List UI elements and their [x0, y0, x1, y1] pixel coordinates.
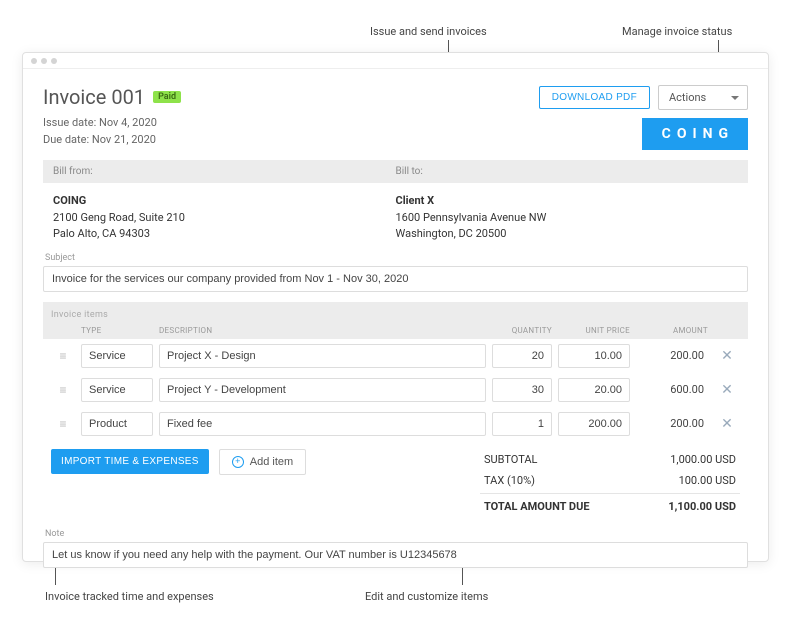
- col-unit-price: UNIT PRICE: [558, 326, 630, 335]
- item-description-input[interactable]: [159, 344, 486, 368]
- item-amount: 600.00: [636, 383, 708, 396]
- add-item-label: Add item: [250, 456, 293, 468]
- bill-to-line2: Washington, DC 20500: [396, 227, 507, 240]
- bill-to-address: Client X 1600 Pennsylvania Avenue NW Was…: [396, 193, 739, 243]
- item-type-input[interactable]: [81, 378, 153, 402]
- window-titlebar: [23, 53, 768, 69]
- note-input[interactable]: [43, 542, 748, 568]
- item-quantity-input[interactable]: [492, 412, 552, 436]
- subject-input[interactable]: [43, 266, 748, 292]
- bill-from-label: Bill from:: [53, 166, 396, 177]
- bill-from-name: COING: [53, 194, 86, 207]
- item-row: ≡ 600.00 ✕: [43, 373, 748, 407]
- drag-handle-icon[interactable]: ≡: [51, 349, 75, 363]
- col-description: DESCRIPTION: [159, 326, 486, 335]
- tax-value: 100.00 USD: [679, 474, 736, 487]
- bill-to-label: Bill to:: [396, 166, 739, 177]
- item-type-input[interactable]: [81, 344, 153, 368]
- delete-item-icon[interactable]: ✕: [714, 416, 740, 432]
- item-description-input[interactable]: [159, 378, 486, 402]
- due-date: Due date: Nov 21, 2020: [43, 132, 181, 149]
- totals-block: SUBTOTAL 1,000.00 USD TAX (10%) 100.00 U…: [480, 449, 740, 517]
- bill-to-name: Client X: [396, 194, 435, 207]
- window-dot: [41, 58, 47, 64]
- bill-from-line1: 2100 Geng Road, Suite 210: [53, 211, 185, 224]
- item-amount: 200.00: [636, 417, 708, 430]
- drag-handle-icon[interactable]: ≡: [51, 417, 75, 431]
- bill-to-line1: 1600 Pennsylvania Avenue NW: [396, 211, 547, 224]
- item-quantity-input[interactable]: [492, 344, 552, 368]
- issue-date: Issue date: Nov 4, 2020: [43, 115, 181, 132]
- item-description-input[interactable]: [159, 412, 486, 436]
- actions-dropdown[interactable]: Actions: [658, 85, 748, 110]
- status-badge: Paid: [153, 91, 181, 103]
- item-type-input[interactable]: [81, 412, 153, 436]
- plus-circle-icon: +: [232, 456, 244, 468]
- annotation-issue-send: Issue and send invoices: [370, 25, 487, 38]
- bill-from-line2: Palo Alto, CA 94303: [53, 227, 150, 240]
- annotation-invoice-tracked: Invoice tracked time and expenses: [45, 590, 214, 603]
- window-dot: [31, 58, 37, 64]
- import-time-expenses-button[interactable]: IMPORT TIME & EXPENSES: [51, 449, 209, 474]
- delete-item-icon[interactable]: ✕: [714, 382, 740, 398]
- subject-label: Subject: [43, 253, 748, 263]
- window-dot: [51, 58, 57, 64]
- col-type: TYPE: [81, 326, 153, 335]
- total-value: 1,100.00 USD: [668, 500, 736, 513]
- item-row: ≡ 200.00 ✕: [43, 407, 748, 441]
- bill-from-address: COING 2100 Geng Road, Suite 210 Palo Alt…: [53, 193, 396, 243]
- col-amount: AMOUNT: [636, 326, 708, 335]
- item-quantity-input[interactable]: [492, 378, 552, 402]
- download-pdf-button[interactable]: DOWNLOAD PDF: [539, 86, 650, 109]
- brand-logo: COING: [642, 118, 748, 150]
- tax-label: TAX (10%): [484, 474, 535, 487]
- subtotal-label: SUBTOTAL: [484, 453, 537, 466]
- col-quantity: QUANTITY: [492, 326, 552, 335]
- annotation-manage-status: Manage invoice status: [622, 25, 732, 38]
- total-label: TOTAL AMOUNT DUE: [484, 500, 590, 513]
- invoice-title: Invoice 001: [43, 85, 145, 109]
- chevron-down-icon: [731, 96, 739, 100]
- delete-item-icon[interactable]: ✕: [714, 348, 740, 364]
- note-label: Note: [43, 525, 748, 539]
- item-amount: 200.00: [636, 349, 708, 362]
- actions-label: Actions: [669, 91, 706, 104]
- items-header-title: Invoice items: [51, 310, 740, 320]
- add-item-button[interactable]: + Add item: [219, 449, 306, 475]
- item-row: ≡ 200.00 ✕: [43, 339, 748, 373]
- items-header: Invoice items TYPE DESCRIPTION QUANTITY …: [43, 302, 748, 339]
- item-unit-price-input[interactable]: [558, 378, 630, 402]
- app-window: Invoice 001 Paid Issue date: Nov 4, 2020…: [22, 52, 769, 562]
- item-unit-price-input[interactable]: [558, 344, 630, 368]
- annotation-edit-items: Edit and customize items: [365, 590, 488, 603]
- drag-handle-icon[interactable]: ≡: [51, 383, 75, 397]
- bill-section-header: Bill from: Bill to:: [43, 160, 748, 183]
- subtotal-value: 1,000.00 USD: [670, 453, 736, 466]
- item-unit-price-input[interactable]: [558, 412, 630, 436]
